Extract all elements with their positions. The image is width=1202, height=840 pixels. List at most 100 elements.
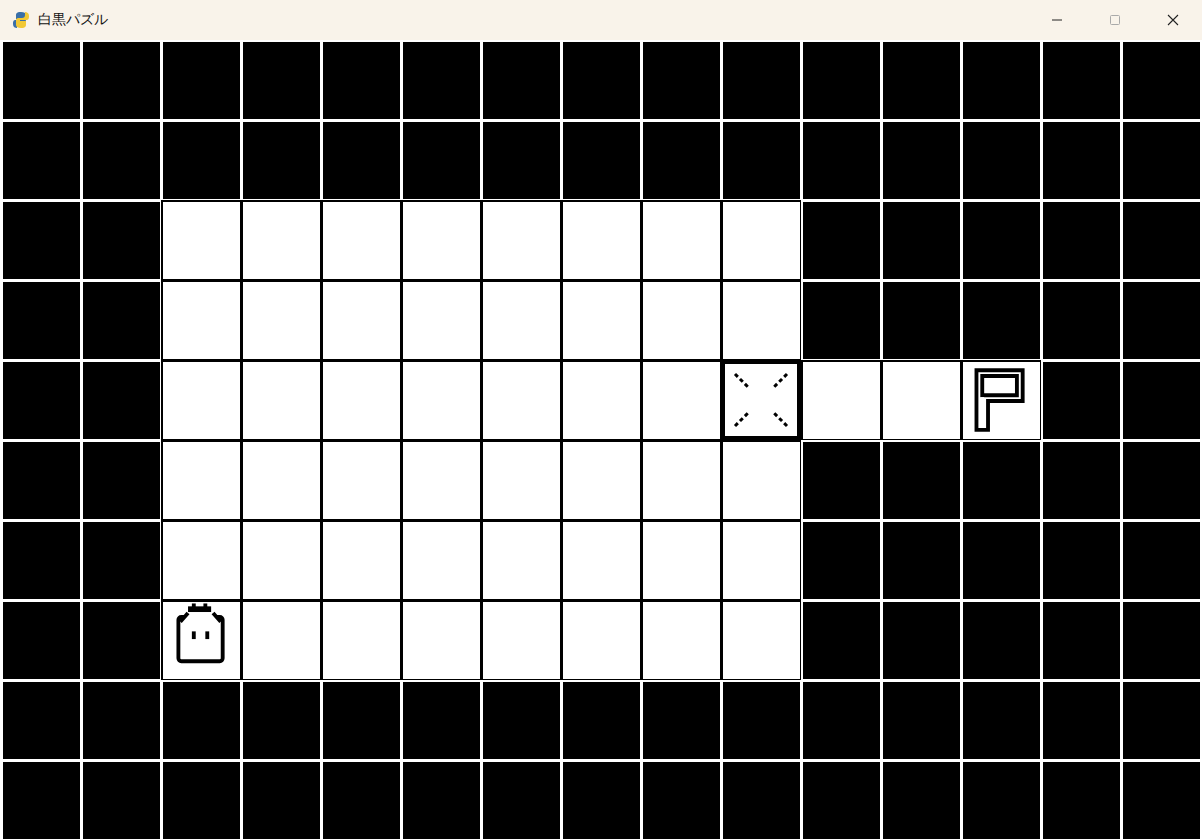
floor-cell (481, 600, 561, 680)
wall-cell (561, 120, 641, 200)
wall-cell (481, 680, 561, 760)
python-icon (12, 11, 30, 29)
board-row (1, 280, 1202, 360)
wall-cell (801, 200, 881, 280)
wall-cell (721, 680, 801, 760)
wall-cell (801, 680, 881, 760)
wall-cell (1121, 680, 1201, 760)
wall-cell (801, 760, 881, 840)
floor-cell (721, 440, 801, 520)
cross-cell (721, 360, 801, 440)
wall-cell (1121, 520, 1201, 600)
floor-cell (241, 200, 321, 280)
board-row (1, 520, 1202, 600)
close-icon (1167, 14, 1179, 26)
wall-cell (1, 280, 81, 360)
floor-cell (561, 440, 641, 520)
floor-cell (561, 200, 641, 280)
wall-cell (81, 440, 161, 520)
wall-cell (961, 520, 1041, 600)
floor-cell (321, 280, 401, 360)
wall-cell (1, 40, 81, 120)
wall-cell (1041, 120, 1121, 200)
floor-cell (241, 600, 321, 680)
board-row (1, 600, 1202, 680)
wall-cell (161, 680, 241, 760)
wall-cell (881, 440, 961, 520)
wall-cell (401, 120, 481, 200)
board-row (1, 440, 1202, 520)
wall-cell (401, 760, 481, 840)
floor-cell (401, 440, 481, 520)
floor-cell (481, 200, 561, 280)
wall-cell (81, 40, 161, 120)
wall-cell (81, 120, 161, 200)
maximize-button[interactable] (1086, 0, 1144, 40)
floor-cell (561, 520, 641, 600)
wall-cell (881, 200, 961, 280)
floor-cell (481, 440, 561, 520)
floor-cell (561, 280, 641, 360)
wall-cell (961, 440, 1041, 520)
wall-cell (1041, 600, 1121, 680)
wall-cell (321, 120, 401, 200)
wall-cell (881, 680, 961, 760)
wall-cell (561, 680, 641, 760)
wall-cell (81, 520, 161, 600)
wall-cell (801, 440, 881, 520)
wall-cell (881, 40, 961, 120)
close-button[interactable] (1144, 0, 1202, 40)
wall-cell (481, 760, 561, 840)
floor-cell (321, 440, 401, 520)
floor-cell (721, 520, 801, 600)
wall-cell (321, 40, 401, 120)
floor-cell (401, 520, 481, 600)
floor-cell (641, 360, 721, 440)
wall-cell (801, 120, 881, 200)
floor-cell (401, 280, 481, 360)
minimize-icon (1051, 14, 1063, 26)
wall-cell (241, 40, 321, 120)
wall-cell (81, 200, 161, 280)
wall-cell (801, 520, 881, 600)
board-row (1, 40, 1202, 120)
wall-cell (881, 760, 961, 840)
floor-cell (161, 520, 241, 600)
cross-tile-icon (725, 364, 797, 436)
wall-cell (721, 120, 801, 200)
wall-cell (1041, 520, 1121, 600)
floor-cell (561, 360, 641, 440)
wall-cell (961, 680, 1041, 760)
wall-cell (1041, 760, 1121, 840)
wall-cell (641, 40, 721, 120)
floor-cell (161, 280, 241, 360)
floor-cell (481, 520, 561, 600)
floor-cell (161, 360, 241, 440)
floor-cell (721, 600, 801, 680)
wall-cell (641, 760, 721, 840)
game-board (0, 40, 1202, 840)
floor-cell (481, 360, 561, 440)
floor-cell (241, 360, 321, 440)
wall-cell (81, 360, 161, 440)
floor-cell (321, 520, 401, 600)
wall-cell (561, 760, 641, 840)
minimize-button[interactable] (1028, 0, 1086, 40)
wall-cell (161, 760, 241, 840)
floor-cell (241, 520, 321, 600)
wall-cell (721, 760, 801, 840)
wall-cell (1121, 760, 1201, 840)
wall-cell (1, 360, 81, 440)
wall-cell (881, 120, 961, 200)
wall-cell (1121, 40, 1201, 120)
wall-cell (961, 760, 1041, 840)
wall-cell (1, 600, 81, 680)
floor-cell (721, 280, 801, 360)
floor-cell (641, 280, 721, 360)
board-row (1, 120, 1202, 200)
wall-cell (721, 40, 801, 120)
floor-cell (241, 280, 321, 360)
wall-cell (1121, 600, 1201, 680)
wall-cell (961, 280, 1041, 360)
floor-cell (641, 600, 721, 680)
